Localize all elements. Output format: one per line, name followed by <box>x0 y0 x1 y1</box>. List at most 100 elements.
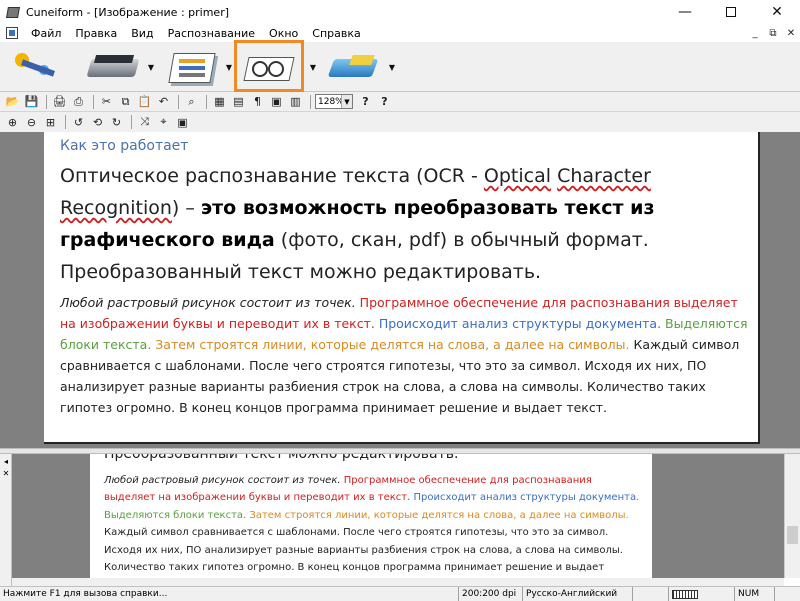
app-window: Cuneiform - [Изображение : primer] — ✕ Ф… <box>0 0 800 601</box>
layout-dropdown-arrow[interactable]: ▼ <box>224 62 234 72</box>
lead-word: Character <box>557 165 651 187</box>
status-dpi: 200:200 dpi <box>458 587 522 601</box>
maximize-button[interactable] <box>708 0 754 24</box>
scan-indicator-icon <box>672 589 698 599</box>
separator <box>65 115 66 129</box>
scanner-icon <box>87 49 141 85</box>
select-area-icon[interactable]: ⌖ <box>155 114 172 131</box>
columns-icon[interactable]: ▥ <box>287 93 304 110</box>
magic-wand-icon <box>9 49 63 85</box>
image-toolbar: ⊕ ⊖ ⊞ ↺ ⟲ ↻ ⤨ ⌖ ▣ <box>0 112 800 132</box>
scan-button[interactable] <box>82 45 146 89</box>
vertical-scrollbar[interactable] <box>784 454 800 578</box>
paragraph-icon[interactable]: ¶ <box>249 93 266 110</box>
menu-view[interactable]: Вид <box>124 27 160 40</box>
status-language[interactable]: Русско-Английский <box>522 587 632 601</box>
panel-pin-icon[interactable]: ◂ <box>1 456 11 466</box>
zoom-in-icon[interactable]: ⊕ <box>4 114 21 131</box>
mdi-minimize-button[interactable]: _ <box>746 24 764 42</box>
copy-icon[interactable]: ⧉ <box>117 93 134 110</box>
image-view[interactable]: Как это работает Оптическое распознавани… <box>0 132 800 448</box>
window-title: Cuneiform - [Изображение : primer] <box>26 5 230 19</box>
paste-icon[interactable]: 📋 <box>136 93 153 110</box>
horizontal-scrollbar[interactable] <box>12 578 784 586</box>
save-result-button[interactable] <box>322 45 386 89</box>
lead-word: Recognition <box>60 197 172 219</box>
menu-window[interactable]: Окно <box>262 27 305 40</box>
save-dropdown-arrow[interactable]: ▼ <box>387 62 397 72</box>
document-icon[interactable] <box>6 27 18 39</box>
rotate-left-icon[interactable]: ↺ <box>70 114 87 131</box>
status-num-lock: NUM <box>734 587 774 601</box>
zoom-body-text: Любой растровый рисунок состоит из точек… <box>104 472 644 576</box>
zoom-value: 128% <box>318 96 344 107</box>
lead-part: ) – <box>171 197 201 219</box>
menu-recognition[interactable]: Распознавание <box>161 27 262 40</box>
rotate-right-icon[interactable]: ↻ <box>108 114 125 131</box>
wizard-button[interactable] <box>4 45 68 89</box>
help-icon[interactable]: ? <box>357 93 374 110</box>
fit-page-icon[interactable]: ⊞ <box>42 114 59 131</box>
panel-side-bar: ◂ ✕ <box>0 454 12 586</box>
status-hint: Нажмите F1 для вызова справки... <box>3 589 168 599</box>
separator <box>46 94 47 109</box>
zoom-sentence: Выделяются блоки текста. <box>104 509 247 521</box>
menu-help[interactable]: Справка <box>305 27 367 40</box>
zoom-sentence: Происходит анализ структуры документа. <box>413 492 640 504</box>
zoom-cut-line: Преобразованный текст можно редактироват… <box>104 454 459 462</box>
scanned-page: Как это работает Оптическое распознавани… <box>44 132 760 444</box>
lead-part: Оптическое распознавание текста (OCR - <box>60 165 484 187</box>
main-toolbar: ▼ ▼ ▼ ▼ <box>0 42 800 92</box>
resize-grip-icon[interactable] <box>774 587 800 601</box>
zoom-view[interactable]: Преобразованный текст можно редактироват… <box>12 454 784 578</box>
highlight-frame <box>234 40 304 92</box>
layout-button[interactable] <box>160 45 224 89</box>
panel-close-icon[interactable]: ✕ <box>1 468 11 478</box>
status-indicator <box>668 587 734 601</box>
format-icon[interactable]: ▤ <box>230 93 247 110</box>
zoom-sentence: Любой растровый рисунок состоит из точек… <box>104 475 341 486</box>
body-sentence: Происходит анализ структуры документа. <box>378 316 662 331</box>
standard-toolbar: 📂 💾 🖨 ⎙ ✂ ⧉ 📋 ↶ ⌕ ▦ ▤ ¶ ▣ ▥ 128% ▼ ? ? <box>0 92 800 112</box>
open-icon[interactable]: 📂 <box>4 93 21 110</box>
separator <box>178 94 179 109</box>
frame-icon[interactable]: ▣ <box>268 93 285 110</box>
lead-word: Optical <box>483 165 552 187</box>
mdi-close-button[interactable]: ✕ <box>782 24 800 42</box>
mdi-restore-button[interactable]: ⧉ <box>764 24 782 42</box>
separator <box>131 115 132 129</box>
zoom-page: Преобразованный текст можно редактироват… <box>90 454 652 578</box>
close-button[interactable]: ✕ <box>754 0 800 24</box>
save-icon <box>327 49 381 85</box>
menu-file[interactable]: Файл <box>24 27 68 40</box>
status-bar: Нажмите F1 для вызова справки... 200:200… <box>0 586 800 601</box>
status-empty-cell <box>632 587 668 601</box>
body-sentence: Любой растровый рисунок состоит из точек… <box>60 295 356 310</box>
scan-dropdown-arrow[interactable]: ▼ <box>146 62 156 72</box>
print-icon[interactable]: 🖨 <box>51 93 68 110</box>
context-help-icon[interactable]: ? <box>376 93 393 110</box>
cuneiform-app-icon[interactable] <box>6 5 20 19</box>
layout-icon <box>165 49 219 85</box>
page-lead-text: Оптическое распознавание текста (OCR - O… <box>60 160 750 288</box>
scrollbar-thumb[interactable] <box>787 526 798 544</box>
zoom-select[interactable]: 128% ▼ <box>315 94 353 109</box>
menu-edit[interactable]: Правка <box>68 27 124 40</box>
rotate-180-icon[interactable]: ⟲ <box>89 114 106 131</box>
flip-icon[interactable]: ⤨ <box>136 114 153 131</box>
print-preview-icon[interactable]: ⎙ <box>70 93 87 110</box>
maximize-icon <box>726 7 736 17</box>
menu-bar: Файл Правка Вид Распознавание Окно Справ… <box>0 24 800 42</box>
save-file-icon[interactable]: 💾 <box>23 93 40 110</box>
minimize-button[interactable]: — <box>662 0 708 24</box>
zoom-sentence: Каждый символ сравнивается с шаблонами. … <box>104 527 623 574</box>
undo-icon[interactable]: ↶ <box>155 93 172 110</box>
cut-icon[interactable]: ✂ <box>98 93 115 110</box>
frame-select-icon[interactable]: ▣ <box>174 114 191 131</box>
zoom-panel: ◂ ✕ Преобразованный текст можно редактир… <box>0 454 800 586</box>
chevron-down-icon[interactable]: ▼ <box>341 95 352 108</box>
recognize-dropdown-arrow[interactable]: ▼ <box>308 62 318 72</box>
table-icon[interactable]: ▦ <box>211 93 228 110</box>
find-icon[interactable]: ⌕ <box>183 93 200 110</box>
zoom-out-icon[interactable]: ⊖ <box>23 114 40 131</box>
